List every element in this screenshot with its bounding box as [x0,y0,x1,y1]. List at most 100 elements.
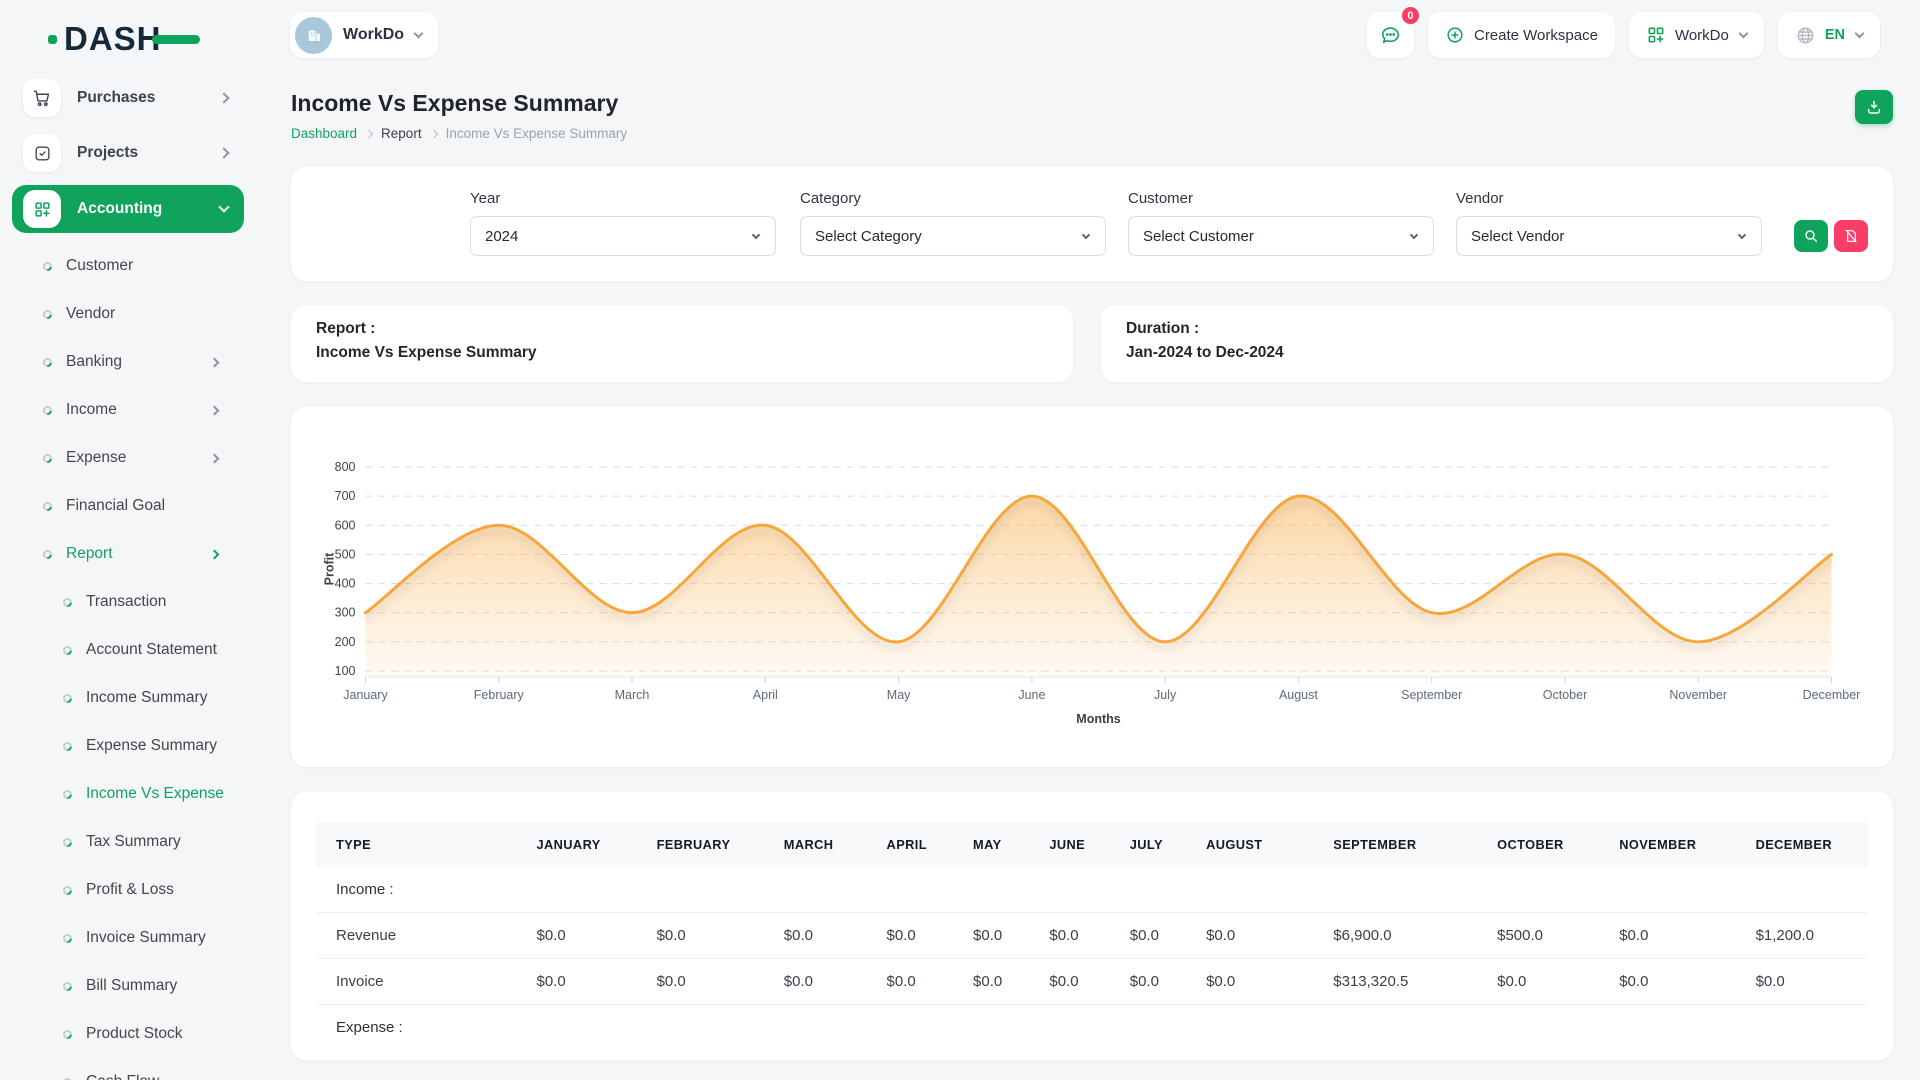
category-select[interactable]: Select Category [800,216,1106,256]
income-expense-table: TYPEJANUARYFEBRUARYMARCHAPRILMAYJUNEJULY… [316,822,1868,1050]
chevron-down-icon [218,201,229,212]
year-select[interactable]: 2024 [470,216,776,256]
grid-plus-icon [1646,25,1666,45]
bullet-icon [61,884,74,897]
chevron-right-icon [210,453,220,463]
table-header-cell: FEBRUARY [637,822,764,867]
sidebar-item-transaction[interactable]: Transaction [0,578,256,626]
sidebar-item-report[interactable]: Report [0,530,256,578]
sidebar-item-label: Report [66,545,113,563]
customer-select[interactable]: Select Customer [1128,216,1434,256]
sidebar-item-profit-loss[interactable]: Profit & Loss [0,866,256,914]
page-title: Income Vs Expense Summary [291,90,627,117]
x-tick-label: August [1279,688,1318,702]
x-tick-label: July [1154,688,1177,702]
download-icon [1865,98,1883,116]
sidebar-item-label: Invoice Summary [86,929,206,947]
sidebar-item-expense-summary[interactable]: Expense Summary [0,722,256,770]
table-cell: $0.0 [1599,959,1735,1005]
sidebar-item-invoice-summary[interactable]: Invoice Summary [0,914,256,962]
download-button[interactable] [1855,90,1893,124]
clear-filter-icon [1843,228,1859,244]
create-workspace-button[interactable]: Create Workspace [1428,12,1615,58]
sidebar-item-vendor[interactable]: Vendor [0,290,256,338]
chevron-right-icon [210,357,220,367]
x-tick-label: October [1543,688,1587,702]
y-tick-label: 200 [335,635,356,649]
chevron-down-icon [1855,28,1865,38]
chevron-down-icon [1738,230,1746,238]
workspace-menu-button[interactable]: WorkDo [1629,12,1764,58]
filter-customer: Customer Select Customer [1128,190,1434,256]
table-cell-type: Revenue [316,913,516,959]
duration-label: Duration : [1126,320,1868,338]
table-header-cell: MARCH [764,822,867,867]
table-cell: $0.0 [637,959,764,1005]
table-header-cell: JANUARY [516,822,636,867]
breadcrumb-report[interactable]: Report [381,126,422,141]
x-tick-label: November [1669,688,1727,702]
table-cell: $313,320.5 [1313,959,1477,1005]
table-header-cell: APRIL [867,822,954,867]
sidebar-item-product-stock[interactable]: Product Stock [0,1010,256,1058]
y-tick-label: 800 [335,460,356,474]
vendor-select[interactable]: Select Vendor [1456,216,1762,256]
language-selector[interactable]: EN [1778,12,1880,58]
workspace-switcher[interactable]: WorkDo [290,12,438,58]
sidebar-item-income-vs-expense[interactable]: Income Vs Expense [0,770,256,818]
bullet-icon [41,548,54,561]
sidebar-item-accounting[interactable]: Accounting [12,185,244,233]
chevron-down-icon [414,28,424,38]
chevron-right-icon [429,129,437,137]
sidebar-item-financial-goal[interactable]: Financial Goal [0,482,256,530]
apply-filter-button[interactable] [1794,220,1828,252]
sidebar-item-projects[interactable]: Projects [12,130,244,176]
sidebar-item-label: Profit & Loss [86,881,174,899]
report-summary-card: Report : Income Vs Expense Summary [291,305,1073,382]
sidebar-item-expense[interactable]: Expense [0,434,256,482]
table-header-cell: DECEMBER [1736,822,1868,867]
reset-filter-button[interactable] [1834,220,1868,252]
bullet-icon [61,740,74,753]
table-cell: $0.0 [1029,959,1109,1005]
sidebar-item-income[interactable]: Income [0,386,256,434]
x-tick-label: January [343,688,388,702]
table-cell: $0.0 [1186,959,1313,1005]
chevron-down-icon [1082,230,1090,238]
sidebar-item-purchases[interactable]: Purchases [12,75,244,121]
category-value: Select Category [815,228,922,245]
table-header-cell: TYPE [316,822,516,867]
sidebar-item-bill-summary[interactable]: Bill Summary [0,962,256,1010]
sidebar-nav: Purchases Projects Accounting Customer V… [0,75,256,1080]
sidebar-item-label: Customer [66,257,133,275]
sidebar-item-label: Account Statement [86,641,217,659]
app-logo[interactable]: DASH [64,20,162,58]
sidebar-item-tax-summary[interactable]: Tax Summary [0,818,256,866]
sidebar-item-account-statement[interactable]: Account Statement [0,626,256,674]
sidebar-item-income-summary[interactable]: Income Summary [0,674,256,722]
table-header-row: TYPEJANUARYFEBRUARYMARCHAPRILMAYJUNEJULY… [316,822,1868,867]
notification-badge: 0 [1400,5,1421,26]
x-tick-label: September [1401,688,1462,702]
sidebar-item-cash-flow[interactable]: Cash Flow [0,1058,256,1080]
sidebar-item-label: Projects [77,144,220,162]
sidebar-item-customer[interactable]: Customer [0,242,256,290]
bullet-icon [41,404,54,417]
table-cell: $0.0 [1110,959,1186,1005]
breadcrumb-dashboard[interactable]: Dashboard [291,126,357,141]
table-cell: $0.0 [516,913,636,959]
sidebar-item-banking[interactable]: Banking [0,338,256,386]
chevron-right-icon [218,147,229,158]
sidebar-item-label: Product Stock [86,1025,183,1043]
chevron-down-icon [1410,230,1418,238]
bullet-icon [61,644,74,657]
messages-button[interactable]: 0 [1367,12,1414,58]
sidebar-item-label: Cash Flow [86,1073,159,1080]
year-value: 2024 [485,228,518,245]
workspace-menu-label: WorkDo [1675,27,1729,44]
y-tick-label: 300 [335,606,356,620]
sidebar-item-label: Tax Summary [86,833,181,851]
table-cell: $0.0 [953,959,1029,1005]
main-content: Income Vs Expense Summary Dashboard Repo… [256,70,1920,1060]
bullet-icon [41,356,54,369]
